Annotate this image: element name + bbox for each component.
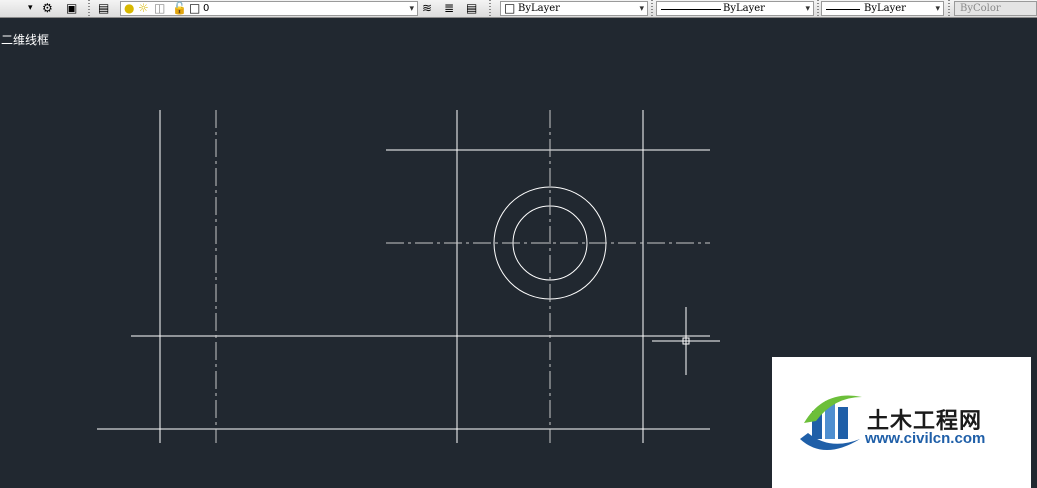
layer-dropdown[interactable]: ● ☼ ◫ 🔓 □ 0 ▾	[120, 1, 418, 16]
properties-toolbar: ▾ ⚙ ▣ ▤ ● ☼ ◫ 🔓 □ 0 ▾ ≋ ≣ ▤ □ ByLayer ▾ …	[0, 0, 1037, 18]
chevron-down-icon: ▾	[639, 4, 644, 14]
gear-icon[interactable]: ⚙	[42, 1, 53, 16]
chevron-down-icon: ▾	[805, 4, 810, 14]
layer-previous-icon[interactable]: ≣	[444, 1, 454, 16]
color-swatch-icon: □	[504, 1, 516, 15]
chevron-down-icon: ▾	[935, 4, 940, 14]
layer-name: 0	[203, 3, 210, 14]
crosshair-cursor	[652, 307, 720, 375]
toolbar-separator	[88, 0, 90, 17]
watermark-url: www.civilcn.com	[865, 430, 986, 447]
color-dropdown[interactable]: □ ByLayer ▾	[500, 1, 648, 16]
linetype-dropdown[interactable]: ByLayer ▾	[656, 1, 814, 16]
linetype-value: ByLayer	[723, 3, 765, 14]
toolbar-separator	[489, 0, 491, 17]
toolbar-separator	[948, 0, 950, 17]
lineweight-dropdown[interactable]: ByLayer ▾	[821, 1, 944, 16]
toolbar-separator	[817, 0, 819, 17]
chevron-down-icon: ▾	[409, 4, 414, 14]
make-current-layer-icon[interactable]: ≋	[422, 1, 432, 16]
watermark-logo: 土木工程网 www.civilcn.com	[772, 357, 1031, 488]
sun-icon: ☼	[138, 1, 149, 15]
plotstyle-value: ByColor	[960, 3, 1001, 14]
lineweight-preview	[826, 9, 860, 10]
linetype-preview	[661, 9, 721, 10]
chevron-down-icon[interactable]: ▾	[28, 1, 33, 16]
layer-state-icon[interactable]: ▣	[66, 1, 77, 16]
toolbar-separator	[651, 0, 653, 17]
unlock-icon: 🔓	[172, 1, 187, 15]
plotstyle-dropdown: ByColor	[954, 1, 1037, 16]
viewport-freeze-icon: ◫	[154, 1, 166, 15]
lineweight-value: ByLayer	[864, 3, 906, 14]
color-value: ByLayer	[518, 3, 560, 14]
layer-color-swatch-icon: □	[189, 1, 201, 15]
lightbulb-icon: ●	[124, 1, 135, 15]
layer-iso-icon[interactable]: ▤	[466, 1, 477, 16]
layer-manager-icon[interactable]: ▤	[98, 1, 109, 16]
